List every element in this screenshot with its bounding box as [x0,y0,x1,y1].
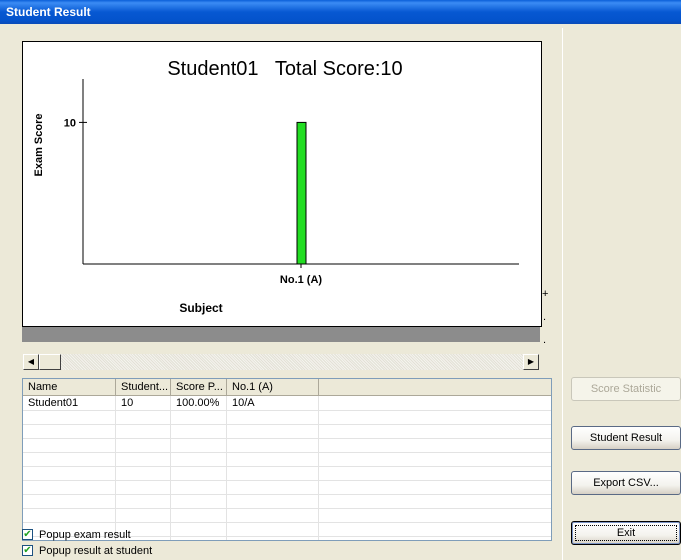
checkbox-label: Popup result at student [39,545,153,557]
chart-and-table-pane: Student01 Total Score:10 10 Exam Score No.1… [6,28,562,560]
result-table[interactable]: Name Student... Score P... No.1 (A) Stud… [22,378,552,541]
arrow-right-icon: ▶ [527,357,535,366]
chart-title: Student01 Total Score:10 [167,58,402,80]
column-divider [318,396,319,540]
row-divider [23,466,551,467]
student-result-button[interactable]: Student Result [571,426,681,450]
action-panel: Score Statistic Student Result Export CS… [562,28,681,560]
bar [296,121,307,265]
scroll-thumb[interactable] [39,354,61,370]
table-header: Name Student... Score P... No.1 (A) [23,379,551,396]
cell-name: Student01 [28,397,79,409]
score-statistic-button[interactable]: Score Statistic [571,377,681,401]
column-header-name[interactable]: Name [23,379,116,396]
cell-student: 10 [121,397,134,409]
column-divider [170,396,171,540]
cell-score-percent: 100.00% [176,397,220,409]
row-divider [23,424,551,425]
chart-panel: Student01 Total Score:10 10 Exam Score No.1… [22,41,542,327]
x-tick-label: No.1 (A) [280,274,323,286]
column-header-score-percent[interactable]: Score P... [171,379,227,396]
column-header-no1[interactable]: No.1 (A) [227,379,319,396]
exit-button[interactable]: Exit [571,521,681,545]
row-divider [23,522,551,523]
y-tick-label: 10 [64,117,76,129]
x-axis-label: Subject [179,301,222,315]
checkbox-label: Popup exam result [39,529,131,541]
row-divider [23,480,551,481]
column-header-student[interactable]: Student... [116,379,171,396]
table-row[interactable]: Student01 10 100.00% 10/A [23,396,551,410]
row-divider [23,438,551,439]
chart-shadow [22,326,540,342]
scroll-right-button[interactable]: ▶ [523,354,539,370]
row-divider [23,452,551,453]
window-title: Student Result [0,0,681,24]
chart-side-mark-plus: + [542,288,549,300]
export-csv-button[interactable]: Export CSV... [571,471,681,495]
chart-side-mark-dot: . [543,311,547,323]
row-divider [23,508,551,509]
column-header-empty [319,379,551,396]
checkbox-checked-icon[interactable]: ✔ [22,545,33,556]
column-divider [115,396,116,540]
column-divider [226,396,227,540]
arrow-left-icon: ◀ [27,357,35,366]
row-divider [23,494,551,495]
y-axis-label: Exam Score [33,114,45,177]
scroll-left-button[interactable]: ◀ [23,354,39,370]
bar-chart: Student01 Total Score:10 10 Exam Score No.1… [33,58,519,315]
focus-rect [575,525,677,541]
horizontal-scrollbar[interactable]: ◀ ▶ [23,354,539,370]
checkbox-checked-icon[interactable]: ✔ [22,529,33,540]
row-divider [23,410,551,411]
cell-no1: 10/A [232,397,255,409]
chart-side-mark-dot: . [543,334,547,346]
